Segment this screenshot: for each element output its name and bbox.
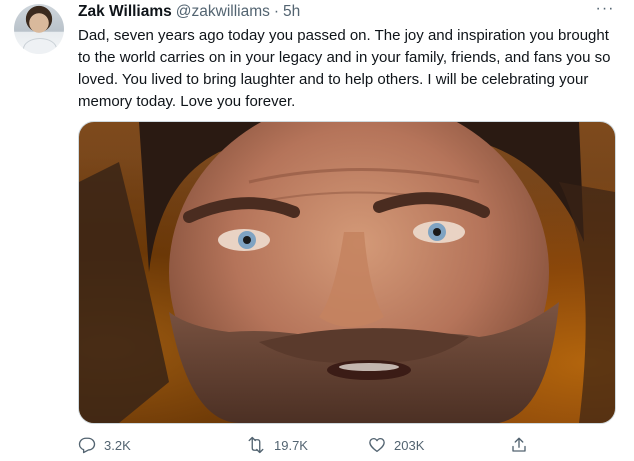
avatar-shirt [23, 38, 57, 54]
reply-icon [78, 437, 96, 454]
like-count: 203K [394, 437, 425, 453]
retweet-icon [248, 436, 264, 454]
share-button[interactable] [510, 436, 528, 454]
avatar[interactable] [14, 4, 64, 54]
tweet-actions: 3.2K 19.7K 203K [78, 436, 618, 458]
heart-icon [369, 437, 385, 453]
tweet-header: Zak Williams @zakwilliams · 5h [78, 3, 300, 23]
like-button[interactable]: 203K [368, 436, 424, 454]
author-name[interactable]: Zak Williams [78, 3, 172, 21]
reply-button[interactable]: 3.2K [78, 436, 131, 454]
portrait-image [79, 122, 615, 423]
retweet-count: 19.7K [274, 437, 308, 453]
share-icon [512, 437, 526, 452]
tweet-text: Dad, seven years ago today you passed on… [78, 27, 611, 110]
author-handle[interactable]: @zakwilliams [176, 3, 270, 21]
separator: · [273, 3, 280, 20]
tweet[interactable]: Zak Williams @zakwilliams · 5h ··· Dad, … [0, 0, 634, 461]
reply-count: 3.2K [104, 437, 131, 453]
timestamp[interactable]: 5h [283, 3, 300, 21]
tweet-photo[interactable] [78, 121, 616, 424]
more-icon[interactable]: ··· [592, 1, 618, 21]
retweet-button[interactable]: 19.7K [246, 436, 308, 454]
